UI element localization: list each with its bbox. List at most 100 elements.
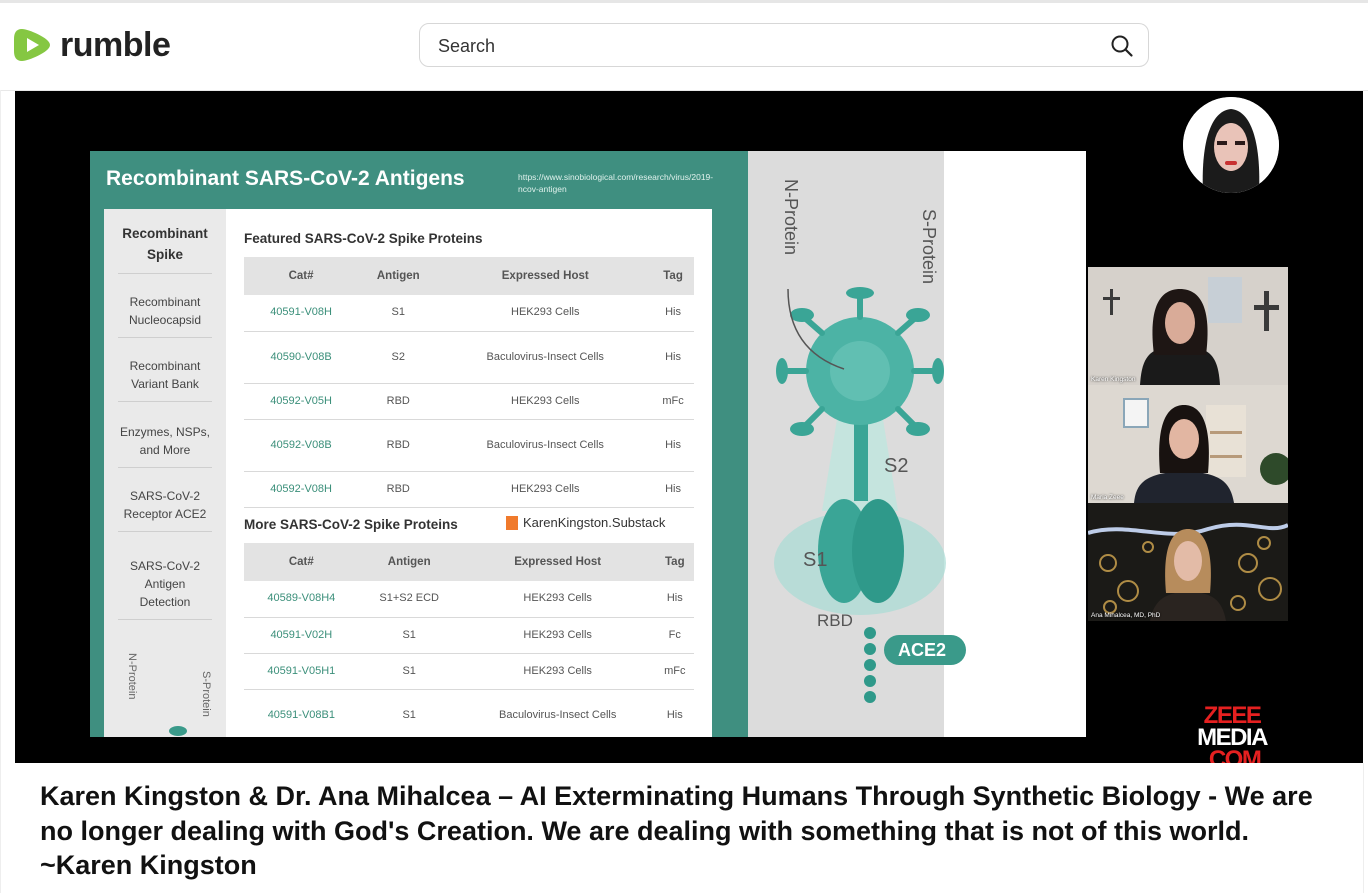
- column-header: Antigen: [358, 543, 460, 581]
- column-header: Expressed Host: [459, 543, 656, 581]
- cell-cat: 40591-V02H: [244, 617, 359, 654]
- search-icon[interactable]: [1110, 34, 1134, 58]
- participant-name: Karen Kingston: [1091, 376, 1136, 383]
- more-table: Cat# Antigen Expressed Host Tag 40589-V0…: [244, 543, 694, 737]
- cell-host: Baculovirus-Insect Cells: [438, 419, 653, 472]
- participant-video-feeds: Karen Kingston Maria Zeee Ana Mihalcea, …: [1088, 267, 1288, 621]
- slide-left-panel: Recombinant SARS-CoV-2 Antigens https://…: [90, 151, 748, 737]
- cell-tag: His: [652, 331, 694, 384]
- substack-text: KarenKingston.Substack: [523, 515, 666, 530]
- nav-vertical-label: N-Protein: [126, 653, 138, 700]
- diagram-rbd-label: RBD: [817, 611, 853, 630]
- cell-tag: mFc: [652, 383, 694, 420]
- search-input[interactable]: [436, 32, 1100, 60]
- participant-video: [1088, 503, 1288, 621]
- cell-tag: His: [652, 295, 694, 332]
- cell-host: Baculovirus-Insect Cells: [438, 331, 653, 384]
- slide-nav-item: SARS-CoV-2 Antigen Detection: [118, 557, 212, 620]
- cell-host: HEK293 Cells: [459, 581, 656, 618]
- cell-tag: His: [655, 581, 694, 618]
- cell-antigen: S2: [358, 331, 439, 384]
- participant-feed: Ana Mihalcea, MD, PhD: [1088, 503, 1288, 621]
- table-row: 40591-V08H S1 HEK293 Cells His: [244, 295, 694, 332]
- table-row: 40592-V08B RBD Baculovirus-Insect Cells …: [244, 419, 694, 472]
- column-header: Cat#: [244, 543, 359, 581]
- slide-nav-item: Recombinant Variant Bank: [118, 357, 212, 402]
- table-header-row: Cat# Antigen Expressed Host Tag: [244, 257, 694, 295]
- cell-cat: 40591-V08H: [244, 295, 359, 332]
- substack-icon: [506, 515, 518, 530]
- slide-nav: Recombinant Spike Recombinant Nucleocaps…: [104, 209, 226, 737]
- mini-virus-icon: [169, 726, 187, 736]
- cell-host: Baculovirus-Insect Cells: [459, 689, 656, 737]
- table-header-row: Cat# Antigen Expressed Host Tag: [244, 543, 694, 581]
- slide-nav-item: Recombinant Nucleocapsid: [118, 293, 212, 338]
- cell-cat: 40590-V08B: [244, 331, 359, 384]
- cell-host: HEK293 Cells: [459, 653, 656, 690]
- participant-video: [1088, 385, 1288, 503]
- video-title: Karen Kingston & Dr. Ana Mihalcea – AI E…: [40, 781, 1313, 880]
- table-row: 40592-V08H RBD HEK293 Cells His: [244, 471, 694, 508]
- participant-name: Maria Zeee: [1091, 494, 1124, 501]
- logo-text: rumble: [60, 25, 171, 64]
- rumble-play-icon: [14, 29, 50, 61]
- diagram-ace2-label: ACE2: [884, 635, 966, 665]
- slide-content-panel: Recombinant Spike Recombinant Nucleocaps…: [104, 209, 712, 737]
- column-header: Tag: [652, 257, 694, 295]
- substack-watermark: KarenKingston.Substack: [506, 515, 665, 530]
- cell-cat: 40591-V05H1: [244, 653, 359, 690]
- slide-nav-item: SARS-CoV-2 Receptor ACE2: [118, 487, 212, 532]
- zeee-media-logo: ZEEE MEDIA .COM: [1181, 704, 1283, 764]
- cell-cat: 40592-V08H: [244, 471, 359, 508]
- diagram-s2-label: S2: [884, 455, 909, 477]
- brand-line: .COM: [1203, 746, 1262, 764]
- cell-antigen: RBD: [358, 419, 439, 472]
- column-header: Antigen: [358, 257, 439, 295]
- video-player[interactable]: Recombinant SARS-CoV-2 Antigens https://…: [15, 91, 1363, 763]
- featured-table: Cat# Antigen Expressed Host Tag 40591-V0…: [244, 257, 694, 508]
- cell-antigen: S1: [358, 689, 460, 737]
- cell-host: HEK293 Cells: [438, 471, 653, 508]
- cell-cat: 40592-V08B: [244, 419, 359, 472]
- rumble-logo[interactable]: rumble: [14, 25, 171, 65]
- page-right-border: [1363, 763, 1364, 893]
- cell-cat: 40591-V08B1: [244, 689, 359, 737]
- more-section-title: More SARS-CoV-2 Spike Proteins: [244, 517, 458, 532]
- channel-avatar: [1183, 97, 1279, 193]
- cell-antigen: S1: [358, 295, 439, 332]
- table-row: 40590-V08B S2 Baculovirus-Insect Cells H…: [244, 331, 694, 384]
- column-header: Tag: [655, 543, 694, 581]
- table-row: 40589-V08H4 S1+S2 ECD HEK293 Cells His: [244, 581, 694, 618]
- avatar-portrait: [1183, 97, 1279, 193]
- cell-cat: 40589-V08H4: [244, 581, 359, 618]
- table-row: 40592-V05H RBD HEK293 Cells mFc: [244, 383, 694, 420]
- diagram-n-protein-label: N-Protein: [781, 179, 801, 256]
- diagram-s-protein-label: S-Protein: [919, 209, 939, 285]
- slide-tables: Featured SARS-CoV-2 Spike Proteins Cat# …: [226, 209, 712, 737]
- cell-antigen: S1+S2 ECD: [358, 581, 460, 618]
- participant-feed: Maria Zeee: [1088, 385, 1288, 503]
- nav-vertical-label: S-Protein: [200, 671, 212, 717]
- diagram-s1-label: S1: [803, 549, 828, 571]
- slide-url: https://www.sinobiological.com/research/…: [518, 172, 714, 194]
- slide-title: Recombinant SARS-CoV-2 Antigens: [106, 167, 465, 190]
- cell-antigen: S1: [358, 653, 460, 690]
- cell-host: HEK293 Cells: [438, 295, 653, 332]
- page-left-border: [0, 90, 1, 893]
- cell-host: HEK293 Cells: [438, 383, 653, 420]
- cell-tag: His: [652, 471, 694, 508]
- cell-tag: His: [652, 419, 694, 472]
- cell-antigen: RBD: [358, 383, 439, 420]
- cell-tag: His: [655, 689, 694, 737]
- featured-section-title: Featured SARS-CoV-2 Spike Proteins: [244, 231, 483, 246]
- table-row: 40591-V08B1 S1 Baculovirus-Insect Cells …: [244, 689, 694, 737]
- search-bar: [419, 23, 1149, 67]
- cell-tag: Fc: [655, 617, 694, 654]
- slide-nav-item: Recombinant Spike: [118, 223, 212, 274]
- presentation-slide: Recombinant SARS-CoV-2 Antigens https://…: [90, 151, 1086, 737]
- participant-video: [1088, 267, 1288, 385]
- cell-antigen: RBD: [358, 471, 439, 508]
- cell-antigen: S1: [358, 617, 460, 654]
- table-row: 40591-V05H1 S1 HEK293 Cells mFc: [244, 653, 694, 690]
- slide-nav-item: Enzymes, NSPs, and More: [118, 423, 212, 468]
